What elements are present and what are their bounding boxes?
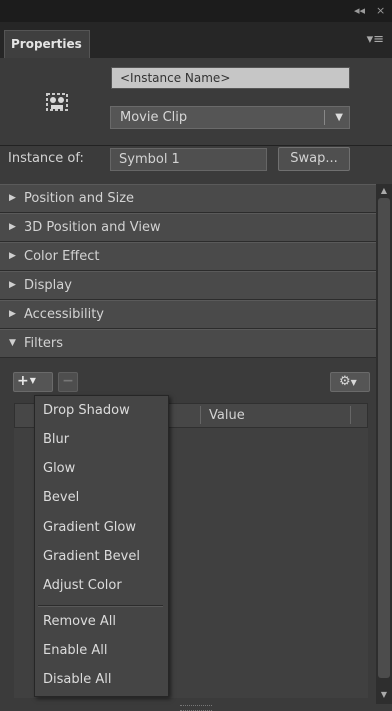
section-filters[interactable]: ▼ Filters bbox=[0, 329, 376, 358]
section-label: Color Effect bbox=[24, 249, 100, 264]
menu-separator bbox=[38, 605, 163, 607]
dropdown-arrow-icon: ▼ bbox=[350, 378, 357, 387]
filter-options-button[interactable]: ⚙▼ bbox=[330, 372, 370, 392]
gear-icon: ⚙ bbox=[339, 374, 351, 389]
divider bbox=[0, 145, 392, 146]
resize-grip[interactable] bbox=[180, 705, 212, 711]
menu-item-disable-all[interactable]: Disable All bbox=[35, 666, 166, 694]
symbol-name-field: Symbol 1 bbox=[110, 148, 267, 171]
value-column-header[interactable]: Value bbox=[209, 403, 245, 428]
scrollbar-thumb[interactable] bbox=[378, 198, 390, 678]
dropdown-arrow-icon: ▼ bbox=[29, 376, 36, 385]
section-label: Filters bbox=[24, 336, 63, 351]
panel-title-bar: ◂◂ × bbox=[0, 0, 392, 23]
panel-menu-icon[interactable]: ▾≡ bbox=[367, 32, 384, 47]
swap-button[interactable]: Swap... bbox=[278, 147, 350, 171]
section-3d-position-and-view[interactable]: ▶ 3D Position and View bbox=[0, 213, 376, 242]
instance-of-label: Instance of: bbox=[8, 151, 84, 166]
menu-item-blur[interactable]: Blur bbox=[35, 426, 166, 454]
column-separator[interactable] bbox=[200, 406, 201, 424]
section-accessibility[interactable]: ▶ Accessibility bbox=[0, 300, 376, 329]
scroll-down-arrow-icon[interactable]: ▼ bbox=[376, 688, 392, 702]
menu-item-enable-all[interactable]: Enable All bbox=[35, 637, 166, 665]
expand-arrow-icon: ▶ bbox=[9, 251, 16, 261]
section-list: ▶ Position and Size ▶ 3D Position and Vi… bbox=[0, 184, 376, 358]
expand-arrow-icon: ▶ bbox=[9, 193, 16, 203]
section-label: Position and Size bbox=[24, 191, 135, 206]
dropdown-arrow-icon[interactable]: ▼ bbox=[335, 107, 343, 128]
menu-item-drop-shadow[interactable]: Drop Shadow bbox=[35, 397, 166, 425]
menu-item-gradient-bevel[interactable]: Gradient Bevel bbox=[35, 543, 166, 571]
column-separator[interactable] bbox=[350, 406, 351, 424]
movie-clip-icon bbox=[46, 93, 68, 111]
delete-filter-button[interactable]: − bbox=[58, 372, 78, 392]
symbol-type-value: Movie Clip bbox=[120, 110, 188, 125]
section-position-and-size[interactable]: ▶ Position and Size bbox=[0, 184, 376, 213]
collapse-panel-icon[interactable]: ◂◂ bbox=[354, 4, 365, 17]
tab-properties[interactable]: Properties bbox=[4, 30, 90, 58]
expand-arrow-icon: ▶ bbox=[9, 222, 16, 232]
tab-strip: Properties ▾≡ bbox=[0, 22, 392, 59]
plus-icon: + bbox=[17, 373, 29, 389]
section-label: Accessibility bbox=[24, 307, 104, 322]
add-filter-menu: Drop Shadow Blur Glow Bevel Gradient Glo… bbox=[34, 395, 169, 697]
close-panel-icon[interactable]: × bbox=[376, 4, 385, 17]
menu-item-bevel[interactable]: Bevel bbox=[35, 484, 166, 512]
section-label: 3D Position and View bbox=[24, 220, 161, 235]
symbol-type-select[interactable]: Movie Clip ▼ bbox=[110, 106, 350, 129]
section-display[interactable]: ▶ Display bbox=[0, 271, 376, 300]
expand-arrow-icon: ▶ bbox=[9, 309, 16, 319]
menu-item-adjust-color[interactable]: Adjust Color bbox=[35, 572, 166, 600]
instance-name-input[interactable]: <Instance Name> bbox=[111, 67, 350, 89]
add-filter-button[interactable]: +▼ bbox=[13, 372, 53, 392]
section-label: Display bbox=[24, 278, 72, 293]
menu-item-gradient-glow[interactable]: Gradient Glow bbox=[35, 514, 166, 542]
menu-item-glow[interactable]: Glow bbox=[35, 455, 166, 483]
minus-icon: − bbox=[62, 373, 74, 389]
expand-arrow-icon: ▶ bbox=[9, 280, 16, 290]
menu-item-remove-all[interactable]: Remove All bbox=[35, 608, 166, 636]
collapse-arrow-icon: ▼ bbox=[9, 338, 16, 348]
scroll-up-arrow-icon[interactable]: ▲ bbox=[376, 184, 392, 198]
section-color-effect[interactable]: ▶ Color Effect bbox=[0, 242, 376, 271]
select-separator bbox=[324, 110, 325, 125]
